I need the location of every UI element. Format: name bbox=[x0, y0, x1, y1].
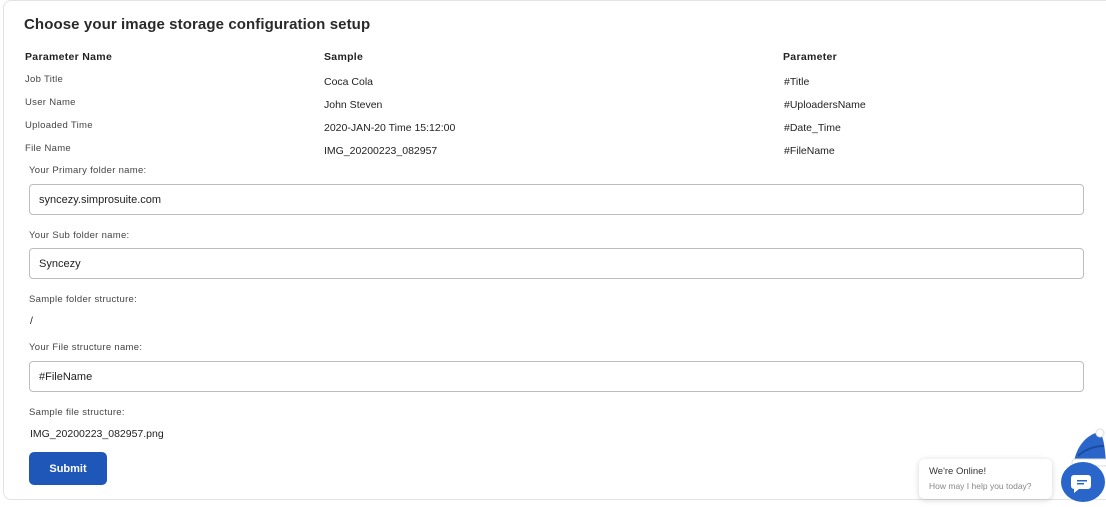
row-parameter: #FileName bbox=[784, 145, 835, 157]
row-name: Job Title bbox=[25, 74, 64, 85]
row-name: Uploaded Time bbox=[25, 120, 93, 131]
row-parameter: #Date_Time bbox=[784, 122, 841, 134]
row-sample: IMG_20200223_082957 bbox=[324, 145, 438, 157]
chat-subtitle: How may I help you today? bbox=[929, 481, 1032, 491]
row-sample: John Steven bbox=[324, 99, 383, 111]
primary-folder-label: Your Primary folder name: bbox=[29, 165, 147, 176]
chat-title: We're Online! bbox=[929, 466, 987, 477]
header-parameter: Parameter bbox=[783, 51, 838, 63]
chat-greeting-bubble[interactable]: We're Online! How may I help you today? bbox=[919, 459, 1052, 499]
file-structure-input[interactable] bbox=[29, 361, 1084, 392]
sample-file-label: Sample file structure: bbox=[29, 407, 125, 418]
row-name: User Name bbox=[25, 97, 76, 108]
sample-file-value: IMG_20200223_082957.png bbox=[30, 428, 164, 440]
chat-launcher-button[interactable] bbox=[1061, 462, 1105, 502]
sample-folder-label: Sample folder structure: bbox=[29, 294, 138, 305]
row-parameter: #Title bbox=[784, 76, 810, 88]
row-sample: 2020-JAN-20 Time 15:12:00 bbox=[324, 122, 456, 134]
submit-button[interactable]: Submit bbox=[29, 452, 107, 485]
row-parameter: #UploadersName bbox=[784, 99, 866, 111]
sample-folder-value: / bbox=[30, 315, 33, 327]
row-name: File Name bbox=[25, 143, 71, 154]
chat-icon bbox=[1071, 475, 1091, 493]
header-parameter-name: Parameter Name bbox=[25, 51, 113, 63]
file-structure-label: Your File structure name: bbox=[29, 342, 143, 353]
primary-folder-input[interactable] bbox=[29, 184, 1084, 215]
row-sample: Coca Cola bbox=[324, 76, 374, 88]
page-title: Choose your image storage configuration … bbox=[24, 16, 371, 33]
header-sample: Sample bbox=[324, 51, 364, 63]
sub-folder-label: Your Sub folder name: bbox=[29, 230, 130, 241]
sub-folder-input[interactable] bbox=[29, 248, 1084, 279]
